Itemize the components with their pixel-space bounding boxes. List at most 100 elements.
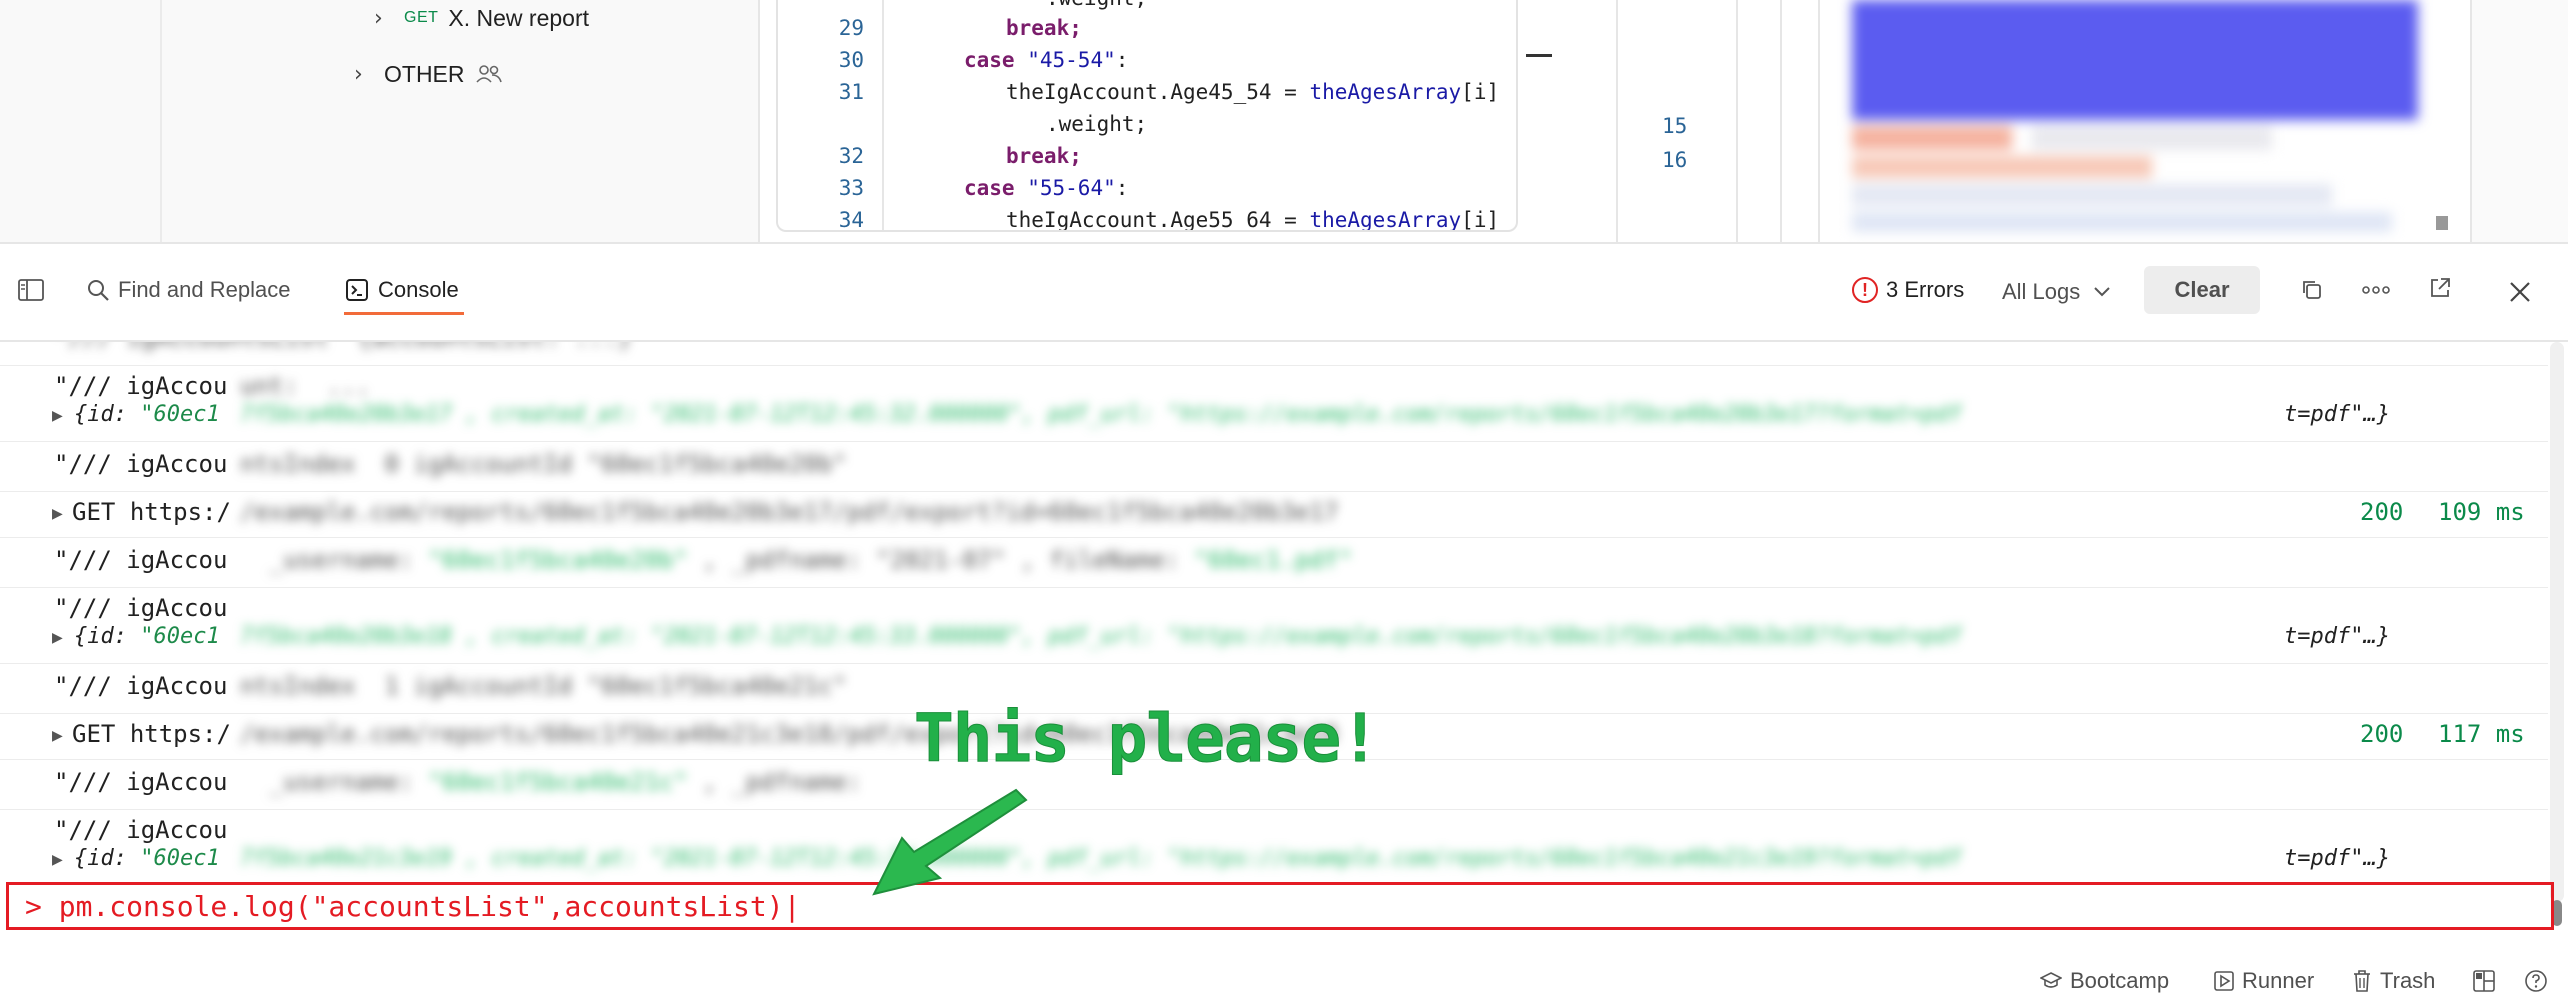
log-row[interactable]: "/// igAccou ▶ {id: "60ec1 7f5bca40e21c3… (0, 810, 2548, 882)
runner-button[interactable]: Runner (2214, 966, 2314, 996)
graduation-cap-icon (2040, 972, 2062, 988)
line-number: 29 (838, 16, 864, 40)
log-text: "/// igAccou (54, 450, 228, 478)
log-text: "/// igAccou (54, 372, 228, 400)
tab-find-and-replace[interactable]: Find and Replace (86, 270, 290, 310)
code-line: theIgAccount.Age55_64 = theAgesArray[i] (1006, 208, 1500, 232)
request-url: https:/ (129, 498, 231, 526)
sidebar-folder-label: OTHER (384, 60, 465, 87)
log-text: "/// igAccou (54, 816, 228, 844)
log-text: "/// igAccou (54, 672, 228, 700)
console-input[interactable]: > pm.console.log("accountsList",accounts… (6, 882, 2554, 930)
error-icon: ! (1852, 277, 1878, 303)
expand-triangle-icon[interactable]: ▶ (52, 408, 63, 424)
code-line: .weight; (1046, 0, 1147, 10)
console-log: "/// igAccountsList {accountsList: ...} … (0, 342, 2568, 952)
code-line: break; (1006, 16, 1082, 40)
top-workspace: › GET X. New report › OTHER 29 30 31 32 … (0, 0, 2568, 244)
blurred-response-preview (1852, 0, 2418, 232)
sidebar-folder-other[interactable]: › OTHER (354, 54, 503, 94)
play-box-icon (2214, 971, 2234, 991)
expand-triangle-icon[interactable]: ▶ (52, 852, 63, 868)
errors-count[interactable]: ! 3 Errors (1852, 270, 1964, 310)
log-row[interactable]: "/// igAccou ▶ {id: "60ec1 7f5bca40e20b3… (0, 588, 2548, 664)
line-number: 30 (838, 48, 864, 72)
line-number: 32 (838, 144, 864, 168)
script-editor[interactable]: 29 30 31 32 33 34 .weight; break; case "… (776, 0, 1518, 232)
response-status: 200 (2360, 720, 2404, 748)
help-icon[interactable] (2524, 966, 2548, 996)
log-object-tail: t=pdf"…} (2284, 624, 2390, 649)
response-line-number: 16 (1662, 148, 1688, 172)
annotation-arrow-icon (872, 788, 1028, 896)
expand-triangle-icon[interactable]: ▶ (52, 630, 63, 646)
layout-toggle-icon[interactable] (2472, 966, 2496, 996)
open-external-icon[interactable] (2422, 270, 2458, 306)
divider (1818, 0, 1820, 242)
response-time: 109 ms (2438, 498, 2525, 526)
code-line: theIgAccount.Age45_54 = theAgesArray[i] (1006, 80, 1500, 104)
chevron-right-icon: › (354, 61, 363, 87)
tab-console[interactable]: Console (346, 270, 459, 310)
request-url: https:/ (129, 720, 231, 748)
log-filter-label: All Logs (2002, 279, 2081, 304)
runner-label: Runner (2242, 968, 2315, 993)
code-line: case "55-64": (964, 176, 1129, 200)
trash-label: Trash (2380, 968, 2436, 993)
right-panel-strip (2470, 0, 2568, 242)
annotation-label: This please! (914, 700, 1381, 778)
terminal-icon (346, 279, 368, 301)
editor-gutter: 29 30 31 32 33 34 (778, 0, 884, 232)
sidebar-item-new-report[interactable]: › GET X. New report (374, 0, 589, 38)
log-row[interactable]: "/// igAccou unt: ... ▶ {id: "60ec1 7f5b… (0, 366, 2548, 442)
close-icon[interactable] (2502, 274, 2538, 310)
line-number: 34 (838, 208, 864, 232)
log-text: "/// igAccou (54, 546, 228, 574)
expand-triangle-icon[interactable]: ▶ (52, 506, 63, 522)
chevron-right-icon: › (374, 5, 383, 31)
log-row[interactable]: ▶ GET https:/ /example.com/reports/60ec1… (0, 492, 2548, 538)
scrollbar[interactable] (2436, 216, 2448, 230)
trash-icon (2354, 970, 2370, 992)
collection-sidebar: › GET X. New report › OTHER (162, 0, 760, 242)
response-line-number: 15 (1662, 114, 1688, 138)
tab-label: Find and Replace (118, 277, 291, 302)
people-icon (475, 65, 502, 83)
chevron-down-icon (2094, 287, 2110, 297)
bootcamp-button[interactable]: Bootcamp (2040, 966, 2169, 996)
response-status: 200 (2360, 498, 2404, 526)
expand-triangle-icon[interactable]: ▶ (52, 728, 63, 744)
bootcamp-label: Bootcamp (2070, 968, 2170, 993)
line-number: 31 (838, 80, 864, 104)
log-object-tail: t=pdf"…} (2284, 846, 2390, 871)
method-badge: GET (404, 9, 439, 26)
log-object-tail: t=pdf"…} (2284, 402, 2390, 427)
sidebar-item-label: X. New report (448, 4, 589, 31)
tab-label: Console (378, 277, 459, 302)
more-options-icon[interactable] (2358, 272, 2394, 308)
left-rail (0, 0, 162, 242)
log-filter-dropdown[interactable]: All Logs (2002, 272, 2112, 312)
request-method: GET (72, 498, 116, 526)
status-bar: Bootcamp Runner Trash (0, 952, 2568, 1006)
copy-icon[interactable] (2294, 272, 2330, 308)
line-number: 33 (838, 176, 864, 200)
errors-label: 3 Errors (1886, 277, 1965, 302)
log-row[interactable]: "/// igAccountsList {accountsList: ...} (0, 342, 2548, 366)
code-line: break; (1006, 144, 1082, 168)
clear-button[interactable]: Clear (2144, 266, 2260, 314)
divider (1780, 0, 1782, 242)
log-row[interactable]: "/// igAccou ntsIndex 0 igAccountId "60e… (0, 442, 2548, 492)
toggle-sidebar-icon[interactable] (18, 270, 44, 310)
console-scrollbar[interactable] (2550, 342, 2564, 902)
request-method: GET (72, 720, 116, 748)
log-row[interactable]: "/// igAccou _username: "60ec1f5bca40e20… (0, 538, 2548, 588)
response-time: 117 ms (2438, 720, 2525, 748)
trash-button[interactable]: Trash (2352, 966, 2435, 996)
active-tab-indicator (344, 312, 464, 315)
code-line: case "45-54": (964, 48, 1129, 72)
log-text: "/// igAccou (54, 594, 228, 622)
editor-minimap-marker (1526, 54, 1552, 57)
search-icon (88, 280, 109, 301)
divider (1736, 0, 1738, 242)
